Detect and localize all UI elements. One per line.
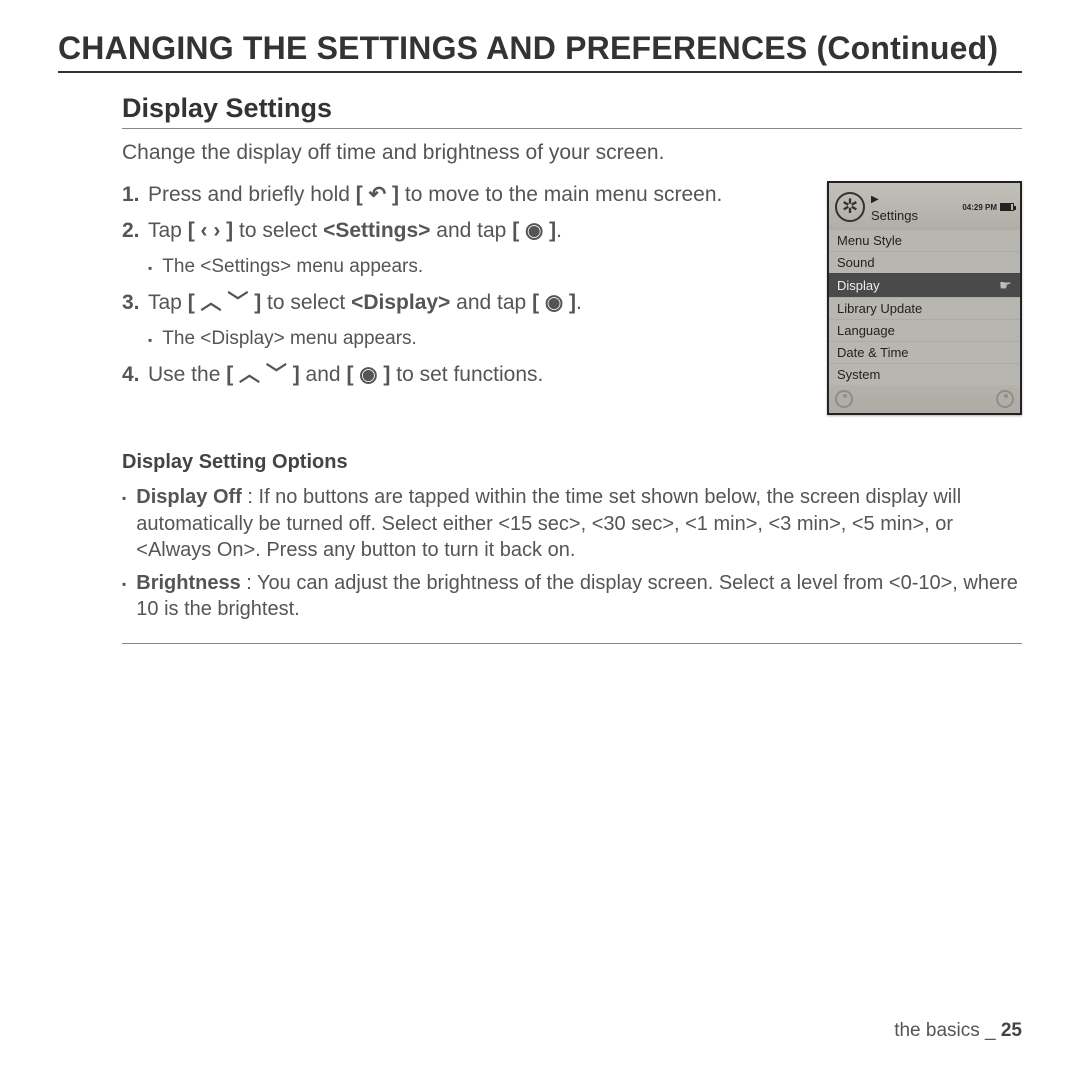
option-name: Display Off [136,486,242,508]
text: The <Display> menu appears. [162,326,417,352]
select-icon: [ ◉ ] [532,291,576,314]
step-number: 1. [122,181,148,209]
step-body: Tap [ ︿ ﹀ ] to select <Display> and tap … [148,289,803,317]
option-desc: : If no buttons are tapped within the ti… [136,486,961,561]
text: Use the [148,363,226,386]
device-screenshot: ▶ Settings 04:29 PM Menu Style Sound Dis… [827,181,1022,415]
select-icon: [ ◉ ] [512,219,556,242]
step-3-sub: The <Display> menu appears. [148,326,803,352]
select-icon: [ ◉ ] [346,363,390,386]
play-icon: ▶ [871,194,879,205]
device-time: 04:29 PM [962,203,997,212]
pointer-icon: ☚ [999,277,1012,294]
device-status: 04:29 PM [962,203,1014,212]
step-body: Use the [ ︿ ﹀ ] and [ ◉ ] to set functio… [148,361,803,389]
step-4: 4. Use the [ ︿ ﹀ ] and [ ◉ ] to set func… [122,361,803,389]
text: and [300,363,347,386]
up-down-icon: [ ︿ ﹀ ] [226,363,300,386]
gear-icon [835,192,865,222]
text: and tap [430,219,512,242]
text: Press and briefly hold [148,183,356,206]
list-item: Sound [829,251,1020,273]
step-1: 1. Press and briefly hold [ ↶ ] to move … [122,181,803,209]
option-item: Display Off : If no buttons are tapped w… [122,484,1022,564]
option-body: Display Off : If no buttons are tapped w… [136,484,1022,564]
step-list: 1. Press and briefly hold [ ↶ ] to move … [122,181,803,398]
text: . [576,291,582,314]
page-title: CHANGING THE SETTINGS AND PREFERENCES (C… [58,30,1022,73]
text: The <Settings> menu appears. [162,254,423,280]
text: to select [233,219,323,242]
step-number: 3. [122,289,148,317]
up-down-icon: [ ︿ ﹀ ] [188,291,262,314]
text: and tap [450,291,532,314]
text-bold: <Display> [351,291,450,314]
text: to select [261,291,351,314]
device-footer [829,385,1020,413]
text: Tap [148,219,188,242]
footer-section: the basics _ [894,1020,1001,1041]
list-item-selected: Display ☚ [829,273,1020,297]
text: to move to the main menu screen. [399,183,722,206]
page-footer: the basics _ 25 [894,1020,1022,1042]
knob-icon [996,390,1014,408]
knob-icon [835,390,853,408]
list-item: Library Update [829,297,1020,319]
step-body: Press and briefly hold [ ↶ ] to move to … [148,181,803,209]
step-2-sub: The <Settings> menu appears. [148,254,803,280]
battery-icon [1000,203,1014,211]
text: . [556,219,562,242]
step-body: Tap [ ‹ › ] to select <Settings> and tap… [148,217,803,245]
device-menu-list: Menu Style Sound Display ☚ Library Updat… [829,229,1020,385]
device-header: ▶ Settings 04:29 PM [829,183,1020,229]
device-title: Settings [871,208,918,223]
left-right-icon: [ ‹ › ] [188,219,233,242]
list-item: System [829,363,1020,385]
step-3: 3. Tap [ ︿ ﹀ ] to select <Display> and t… [122,289,803,317]
page-number: 25 [1001,1020,1022,1041]
text: Display [837,278,880,293]
step-number: 4. [122,361,148,389]
back-icon: [ ↶ ] [356,183,399,206]
option-item: Brightness : You can adjust the brightne… [122,570,1022,623]
list-item: Language [829,319,1020,341]
options-title: Display Setting Options [122,451,1022,474]
text: Tap [148,291,188,314]
option-name: Brightness [136,572,240,594]
section-title: Display Settings [122,93,1022,129]
intro-text: Change the display off time and brightne… [122,141,1022,165]
list-item: Date & Time [829,341,1020,363]
list-item: Menu Style [829,229,1020,251]
text-bold: <Settings> [323,219,430,242]
text: to set functions. [390,363,543,386]
step-number: 2. [122,217,148,245]
step-2: 2. Tap [ ‹ › ] to select <Settings> and … [122,217,803,245]
option-body: Brightness : You can adjust the brightne… [136,570,1022,623]
option-desc: : You can adjust the brightness of the d… [136,572,1018,621]
options-list: Display Off : If no buttons are tapped w… [122,484,1022,644]
